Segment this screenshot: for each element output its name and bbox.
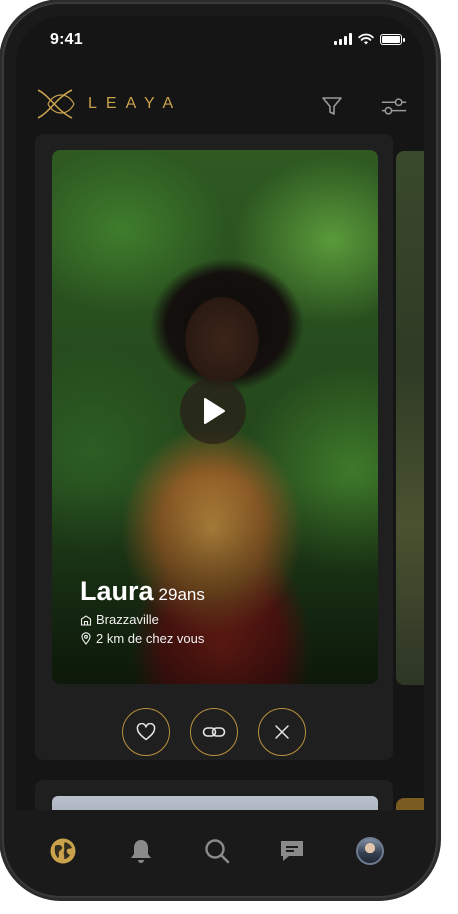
profile-age: 29 [158, 585, 178, 604]
profile-city-line: Brazzaville [80, 612, 159, 627]
settings-button[interactable] [380, 92, 408, 120]
building-icon [80, 614, 92, 626]
app-screen: 9:41 LEAYA Laura 29ans Brazzaville 2 km … [16, 16, 424, 884]
bell-icon [131, 840, 151, 863]
location-pin-icon [81, 632, 91, 645]
filter-icon [322, 97, 342, 115]
close-icon [275, 725, 289, 739]
next-profile-peek [396, 151, 424, 685]
status-time: 9:41 [50, 31, 83, 48]
chat-icon [281, 841, 303, 861]
profile-card[interactable]: Laura 29ans Brazzaville 2 km de chez vous [35, 134, 393, 760]
profile-photo[interactable]: Laura 29ans Brazzaville 2 km de chez vous [52, 150, 378, 684]
profile-city: Brazzaville [96, 612, 159, 627]
tab-messages[interactable] [275, 834, 309, 868]
profile-distance-line: 2 km de chez vous [80, 631, 204, 646]
profile-distance: 2 km de chez vous [96, 631, 205, 646]
tab-profile[interactable] [353, 834, 387, 868]
card-actions [35, 708, 393, 756]
play-button[interactable] [180, 378, 246, 444]
profile-name-line: Laura 29ans [80, 576, 205, 607]
app-header: LEAYA [16, 74, 424, 124]
logo-text: LEAYA [88, 95, 183, 112]
wifi-icon [358, 33, 374, 45]
logo-icon [37, 89, 75, 119]
signal-icon [334, 33, 352, 45]
connect-button[interactable] [190, 708, 238, 756]
phone-frame: 9:41 LEAYA Laura 29ans Brazzaville 2 km … [0, 0, 441, 901]
heart-icon [136, 723, 156, 741]
play-icon [204, 398, 225, 424]
globe-icon [50, 838, 76, 864]
link-icon [202, 727, 226, 737]
tab-notifications[interactable] [124, 834, 158, 868]
avatar [356, 837, 384, 865]
tab-bar [16, 810, 424, 884]
pass-button[interactable] [258, 708, 306, 756]
profile-age-unit: ans [177, 585, 205, 604]
logo[interactable]: LEAYA [34, 86, 182, 122]
tab-discover[interactable] [46, 834, 80, 868]
like-button[interactable] [122, 708, 170, 756]
battery-icon [380, 33, 405, 45]
settings-sliders-icon [381, 98, 407, 115]
profile-name: Laura [80, 576, 154, 606]
status-bar: 9:41 [16, 16, 424, 60]
tab-search[interactable] [200, 834, 234, 868]
filter-button[interactable] [318, 92, 346, 120]
status-icons [334, 32, 405, 46]
search-icon [205, 839, 230, 864]
